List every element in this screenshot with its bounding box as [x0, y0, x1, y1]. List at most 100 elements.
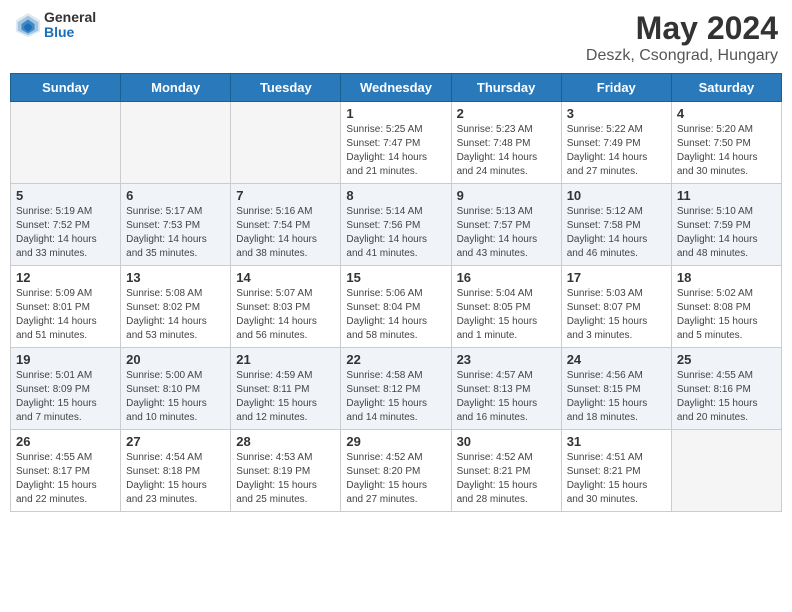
weekday-header: Saturday: [671, 74, 781, 102]
day-number: 4: [677, 106, 776, 121]
day-info: Sunrise: 4:53 AM Sunset: 8:19 PM Dayligh…: [236, 451, 335, 507]
day-info: Sunrise: 5:22 AM Sunset: 7:49 PM Dayligh…: [567, 123, 666, 179]
calendar-cell: 12Sunrise: 5:09 AM Sunset: 8:01 PM Dayli…: [11, 266, 121, 348]
day-number: 19: [16, 352, 115, 367]
day-number: 15: [346, 270, 445, 285]
day-number: 14: [236, 270, 335, 285]
day-number: 18: [677, 270, 776, 285]
day-info: Sunrise: 4:57 AM Sunset: 8:13 PM Dayligh…: [457, 369, 556, 425]
day-info: Sunrise: 4:54 AM Sunset: 8:18 PM Dayligh…: [126, 451, 225, 507]
day-number: 26: [16, 434, 115, 449]
day-info: Sunrise: 5:01 AM Sunset: 8:09 PM Dayligh…: [16, 369, 115, 425]
calendar-cell: 2 Sunrise: 5:23 AM Sunset: 7:48 PM Daylig…: [451, 102, 561, 184]
weekday-row: SundayMondayTuesdayWednesdayThursdayFrid…: [11, 74, 782, 102]
day-number: 25: [677, 352, 776, 367]
calendar-cell: 29 Sunrise: 4:52 AM Sunset: 8:20 PM Dayli…: [341, 430, 451, 512]
day-info: Sunrise: 5:17 AM Sunset: 7:53 PM Dayligh…: [126, 205, 225, 261]
calendar-cell: 16 Sunrise: 5:04 AM Sunset: 8:05 PM Dayli…: [451, 266, 561, 348]
calendar-week-row: 12Sunrise: 5:09 AM Sunset: 8:01 PM Dayli…: [11, 266, 782, 348]
day-info: Sunrise: 4:52 AM Sunset: 8:20 PM Dayligh…: [346, 451, 445, 507]
weekday-header: Friday: [561, 74, 671, 102]
day-info: Sunrise: 4:58 AM Sunset: 8:12 PM Dayligh…: [346, 369, 445, 425]
day-info: Sunrise: 5:13 AM Sunset: 7:57 PM Dayligh…: [457, 205, 556, 261]
header: General Blue May 2024 Deszk, Csongrad, H…: [10, 10, 782, 65]
calendar-cell: 28 Sunrise: 4:53 AM Sunset: 8:19 PM Dayli…: [231, 430, 341, 512]
title-area: May 2024 Deszk, Csongrad, Hungary: [586, 10, 778, 65]
calendar-cell: 1Sunrise: 5:25 AM Sunset: 7:47 PM Daylig…: [341, 102, 451, 184]
day-number: 16: [457, 270, 556, 285]
calendar-cell: 18 Sunrise: 5:02 AM Sunset: 8:08 PM Dayli…: [671, 266, 781, 348]
calendar-cell: 20 Sunrise: 5:00 AM Sunset: 8:10 PM Dayli…: [121, 348, 231, 430]
logo-text: General Blue: [44, 10, 96, 41]
day-info: Sunrise: 5:19 AM Sunset: 7:52 PM Dayligh…: [16, 205, 115, 261]
logo: General Blue: [14, 10, 96, 41]
day-number: 13: [126, 270, 225, 285]
calendar-cell: [671, 430, 781, 512]
calendar-cell: 26 Sunrise: 4:55 AM Sunset: 8:17 PM Dayli…: [11, 430, 121, 512]
day-info: Sunrise: 5:10 AM Sunset: 7:59 PM Dayligh…: [677, 205, 776, 261]
calendar-cell: 17Sunrise: 5:03 AM Sunset: 8:07 PM Dayli…: [561, 266, 671, 348]
calendar-cell: 4 Sunrise: 5:20 AM Sunset: 7:50 PM Daylig…: [671, 102, 781, 184]
calendar-cell: 14 Sunrise: 5:07 AM Sunset: 8:03 PM Dayli…: [231, 266, 341, 348]
calendar-cell: 25Sunrise: 4:55 AM Sunset: 8:16 PM Dayli…: [671, 348, 781, 430]
day-number: 24: [567, 352, 666, 367]
calendar-cell: 15 Sunrise: 5:06 AM Sunset: 8:04 PM Dayli…: [341, 266, 451, 348]
day-info: Sunrise: 5:16 AM Sunset: 7:54 PM Dayligh…: [236, 205, 335, 261]
logo-icon: [14, 11, 42, 39]
day-number: 28: [236, 434, 335, 449]
day-number: 7: [236, 188, 335, 203]
calendar-title: May 2024: [586, 10, 778, 47]
calendar-cell: 21Sunrise: 4:59 AM Sunset: 8:11 PM Dayli…: [231, 348, 341, 430]
day-number: 10: [567, 188, 666, 203]
day-number: 2: [457, 106, 556, 121]
calendar-cell: [11, 102, 121, 184]
calendar-cell: 7 Sunrise: 5:16 AM Sunset: 7:54 PM Daylig…: [231, 184, 341, 266]
calendar-cell: 23Sunrise: 4:57 AM Sunset: 8:13 PM Dayli…: [451, 348, 561, 430]
day-info: Sunrise: 5:23 AM Sunset: 7:48 PM Dayligh…: [457, 123, 556, 179]
day-info: Sunrise: 5:20 AM Sunset: 7:50 PM Dayligh…: [677, 123, 776, 179]
calendar-cell: 30Sunrise: 4:52 AM Sunset: 8:21 PM Dayli…: [451, 430, 561, 512]
calendar-cell: 11 Sunrise: 5:10 AM Sunset: 7:59 PM Dayli…: [671, 184, 781, 266]
calendar-cell: 31Sunrise: 4:51 AM Sunset: 8:21 PM Dayli…: [561, 430, 671, 512]
day-info: Sunrise: 5:03 AM Sunset: 8:07 PM Dayligh…: [567, 287, 666, 343]
day-info: Sunrise: 5:00 AM Sunset: 8:10 PM Dayligh…: [126, 369, 225, 425]
day-info: Sunrise: 4:51 AM Sunset: 8:21 PM Dayligh…: [567, 451, 666, 507]
calendar-subtitle: Deszk, Csongrad, Hungary: [586, 47, 778, 65]
calendar-week-row: 5 Sunrise: 5:19 AM Sunset: 7:52 PM Daylig…: [11, 184, 782, 266]
calendar-cell: 19 Sunrise: 5:01 AM Sunset: 8:09 PM Dayli…: [11, 348, 121, 430]
day-info: Sunrise: 4:55 AM Sunset: 8:17 PM Dayligh…: [16, 451, 115, 507]
day-number: 3: [567, 106, 666, 121]
calendar-week-row: 19 Sunrise: 5:01 AM Sunset: 8:09 PM Dayli…: [11, 348, 782, 430]
day-number: 20: [126, 352, 225, 367]
calendar-cell: 24Sunrise: 4:56 AM Sunset: 8:15 PM Dayli…: [561, 348, 671, 430]
calendar-cell: 10 Sunrise: 5:12 AM Sunset: 7:58 PM Dayli…: [561, 184, 671, 266]
day-number: 11: [677, 188, 776, 203]
calendar-header: SundayMondayTuesdayWednesdayThursdayFrid…: [11, 74, 782, 102]
day-number: 30: [457, 434, 556, 449]
calendar-cell: 13 Sunrise: 5:08 AM Sunset: 8:02 PM Dayli…: [121, 266, 231, 348]
calendar-table: SundayMondayTuesdayWednesdayThursdayFrid…: [10, 73, 782, 512]
day-info: Sunrise: 5:04 AM Sunset: 8:05 PM Dayligh…: [457, 287, 556, 343]
day-info: Sunrise: 5:25 AM Sunset: 7:47 PM Dayligh…: [346, 123, 445, 179]
calendar-cell: 5 Sunrise: 5:19 AM Sunset: 7:52 PM Daylig…: [11, 184, 121, 266]
day-number: 12: [16, 270, 115, 285]
weekday-header: Thursday: [451, 74, 561, 102]
calendar-cell: [231, 102, 341, 184]
day-number: 22: [346, 352, 445, 367]
day-number: 5: [16, 188, 115, 203]
day-info: Sunrise: 5:06 AM Sunset: 8:04 PM Dayligh…: [346, 287, 445, 343]
logo-line2: Blue: [44, 25, 96, 40]
day-number: 8: [346, 188, 445, 203]
day-info: Sunrise: 5:12 AM Sunset: 7:58 PM Dayligh…: [567, 205, 666, 261]
day-info: Sunrise: 5:08 AM Sunset: 8:02 PM Dayligh…: [126, 287, 225, 343]
day-number: 9: [457, 188, 556, 203]
day-info: Sunrise: 5:02 AM Sunset: 8:08 PM Dayligh…: [677, 287, 776, 343]
weekday-header: Tuesday: [231, 74, 341, 102]
logo-line1: General: [44, 10, 96, 25]
day-number: 29: [346, 434, 445, 449]
calendar-cell: 27Sunrise: 4:54 AM Sunset: 8:18 PM Dayli…: [121, 430, 231, 512]
calendar-cell: 9 Sunrise: 5:13 AM Sunset: 7:57 PM Daylig…: [451, 184, 561, 266]
day-info: Sunrise: 5:07 AM Sunset: 8:03 PM Dayligh…: [236, 287, 335, 343]
weekday-header: Sunday: [11, 74, 121, 102]
day-number: 6: [126, 188, 225, 203]
